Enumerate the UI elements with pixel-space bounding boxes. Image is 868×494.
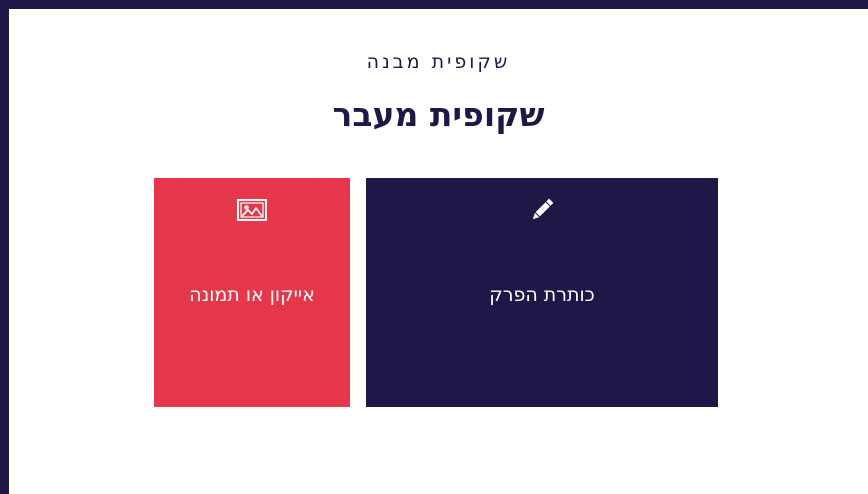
chapter-card-label: כותרת הפרק: [489, 284, 595, 306]
image-card-label: אייקון או תמונה: [189, 284, 315, 306]
slide-title: שקופית מעבר: [332, 95, 545, 134]
chapter-title-card[interactable]: כותרת הפרק: [366, 178, 718, 407]
image-icon: [154, 196, 350, 224]
pencil-icon: [366, 196, 718, 224]
slide-canvas: שקופית מבנה שקופית מעבר אייקון או תמונה: [9, 9, 868, 494]
slide-subtitle: שקופית מבנה: [366, 51, 511, 73]
presentation-frame: שקופית מבנה שקופית מעבר אייקון או תמונה: [0, 0, 868, 494]
image-placeholder-card[interactable]: אייקון או תמונה: [154, 178, 350, 407]
